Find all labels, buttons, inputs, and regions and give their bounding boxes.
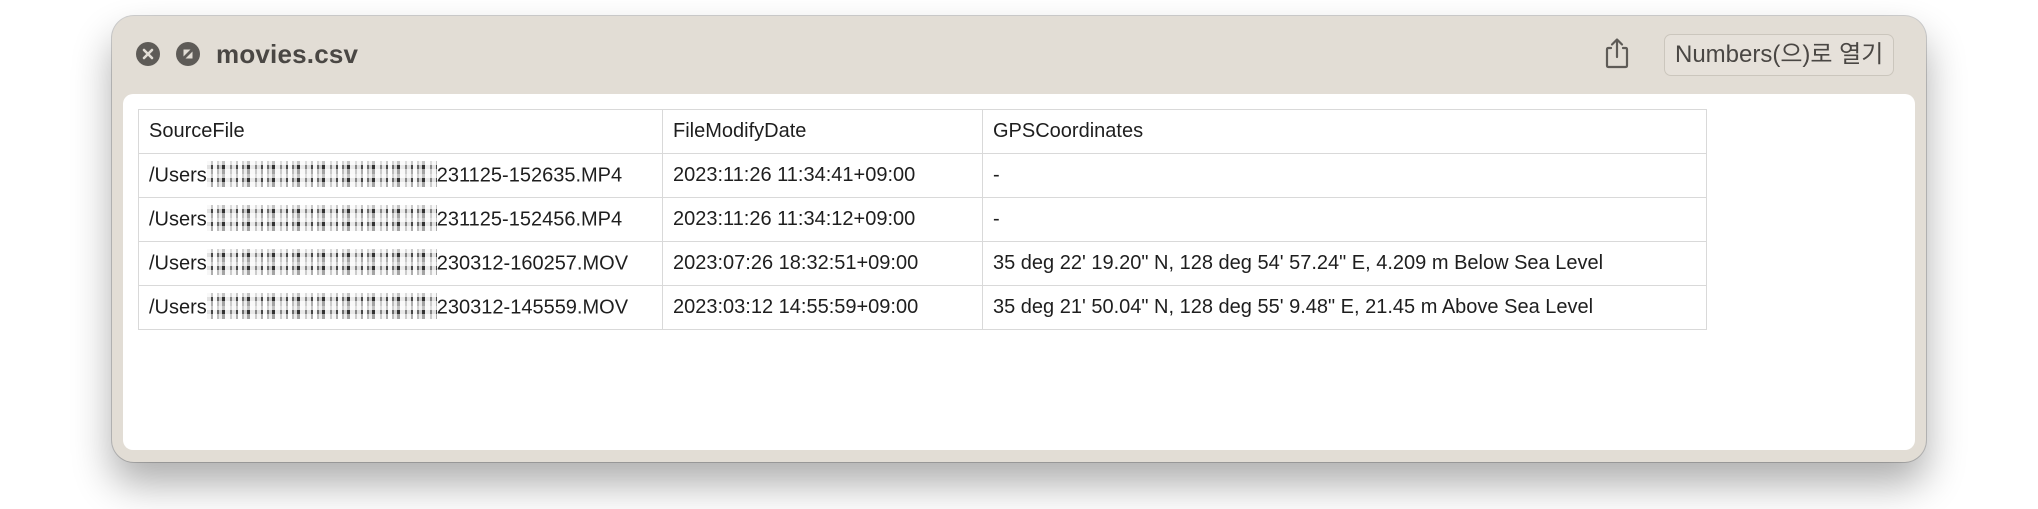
cell-filemodifydate: 2023:11:26 11:34:12+09:00 [662, 197, 983, 242]
table-row: /Users 231125-152456.MP4 2023:11:26 11:34… [138, 197, 1707, 242]
redacted-path [206, 160, 437, 187]
fullscreen-button[interactable] [176, 42, 200, 66]
table-row: /Users 231125-152635.MP4 2023:11:26 11:34… [138, 153, 1707, 198]
column-header-gpscoordinates: GPSCoordinates [982, 109, 1707, 154]
table-row: /Users 230312-145559.MOV 2023:03:12 14:55… [138, 285, 1707, 330]
share-button[interactable] [1600, 36, 1634, 74]
close-icon [136, 42, 160, 66]
cell-gpscoordinates: 35 deg 22' 19.20" N, 128 deg 54' 57.24" … [982, 241, 1707, 286]
redacted-path [206, 204, 437, 231]
open-with-numbers-button[interactable]: Numbers(으)로 열기 [1664, 34, 1895, 76]
close-button[interactable] [136, 42, 160, 66]
title-bar[interactable]: movies.csv Numbers(으)로 열기 [112, 16, 1926, 94]
cell-gpscoordinates: - [982, 153, 1707, 198]
cell-gpscoordinates: 35 deg 21' 50.04" N, 128 deg 55' 9.48" E… [982, 285, 1707, 330]
screen: movies.csv Numbers(으)로 열기 SourceFile Fil… [0, 0, 2038, 509]
redacted-path [206, 248, 437, 275]
cell-filemodifydate: 2023:11:26 11:34:41+09:00 [662, 153, 983, 198]
redacted-path [206, 292, 437, 319]
share-icon [1602, 36, 1632, 75]
fullscreen-icon [176, 42, 200, 66]
column-header-filemodifydate: FileModifyDate [662, 109, 983, 154]
column-header-sourcefile: SourceFile [138, 109, 663, 154]
cell-sourcefile: /Users 230312-160257.MOV [138, 241, 663, 286]
cell-sourcefile: /Users 230312-145559.MOV [138, 285, 663, 330]
header-row: SourceFile FileModifyDate GPSCoordinates [138, 109, 1707, 154]
table-row: /Users 230312-160257.MOV 2023:07:26 18:32… [138, 241, 1707, 286]
csv-table: SourceFile FileModifyDate GPSCoordinates… [138, 109, 1707, 330]
cell-sourcefile: /Users 231125-152635.MP4 [138, 153, 663, 198]
cell-filemodifydate: 2023:03:12 14:55:59+09:00 [662, 285, 983, 330]
window-title: movies.csv [216, 39, 359, 69]
csv-preview: SourceFile FileModifyDate GPSCoordinates… [123, 94, 1915, 450]
quicklook-window: movies.csv Numbers(으)로 열기 SourceFile Fil… [112, 16, 1926, 462]
cell-sourcefile: /Users 231125-152456.MP4 [138, 197, 663, 242]
cell-filemodifydate: 2023:07:26 18:32:51+09:00 [662, 241, 983, 286]
cell-gpscoordinates: - [982, 197, 1707, 242]
